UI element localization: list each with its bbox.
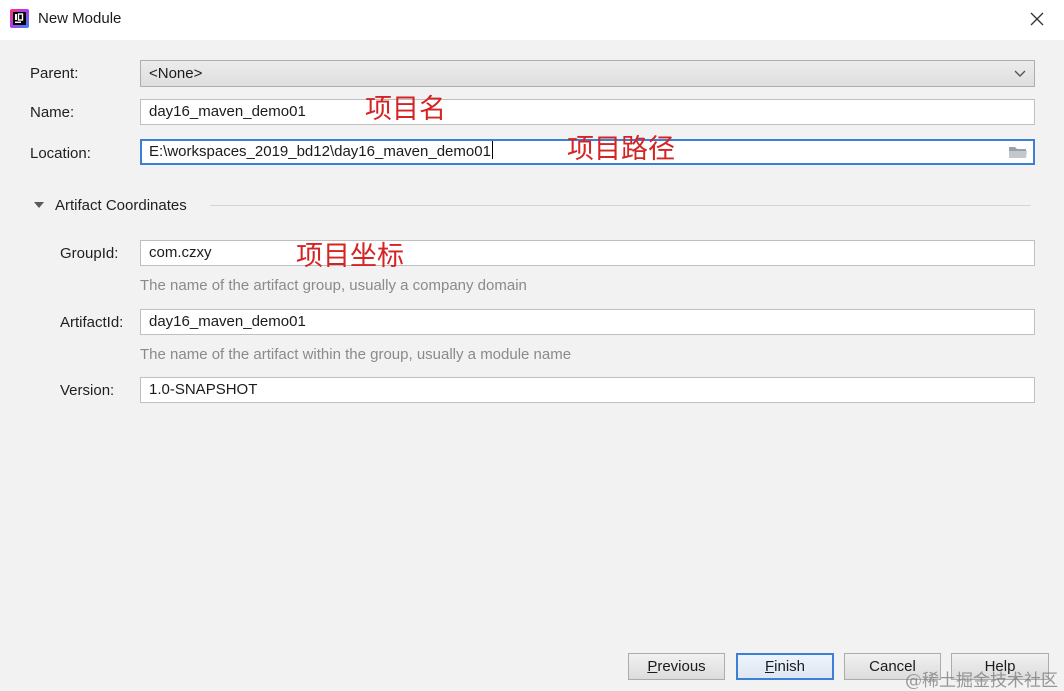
artifactid-label: ArtifactId: [60,314,124,331]
version-label: Version: [60,382,115,399]
artifact-coordinates-toggle[interactable]: Artifact Coordinates [34,195,187,215]
text-caret [491,141,493,159]
close-icon [1030,12,1044,26]
parent-dropdown-value: <None> [149,65,203,82]
name-annotation: 项目名 [365,94,446,125]
finish-label: inish [774,658,806,675]
intellij-idea-icon [10,9,29,28]
artifactid-hint: The name of the artifact within the grou… [140,346,572,363]
previous-button[interactable]: Previous [628,653,725,680]
previous-mnemonic: P [647,658,658,675]
artifactid-input-value: day16_maven_demo01 [149,313,306,330]
groupid-label: GroupId: [60,245,119,262]
watermark: @稀土掘金技术社区 [905,671,1058,691]
name-input-value: day16_maven_demo01 [149,103,306,120]
groupid-input[interactable]: com.czxy [140,240,1035,266]
previous-label: revious [657,658,706,675]
groupid-annotation: 项目坐标 [296,241,404,272]
location-label: Location: [30,145,91,162]
location-annotation: 项目路径 [567,134,675,165]
chevron-down-icon [1014,70,1026,77]
folder-icon[interactable] [1008,144,1028,160]
version-input[interactable]: 1.0-SNAPSHOT [140,377,1035,403]
title-bar: New Module [0,0,1064,40]
location-input-value: E:\workspaces_2019_bd12\day16_maven_demo… [149,143,491,160]
name-label: Name: [30,104,75,121]
artifactid-input[interactable]: day16_maven_demo01 [140,309,1035,335]
groupid-input-value: com.czxy [149,244,212,261]
name-input[interactable]: day16_maven_demo01 [140,99,1035,125]
section-title: Artifact Coordinates [55,196,187,214]
finish-mnemonic: F [764,658,775,675]
finish-button[interactable]: Finish [736,653,834,680]
groupid-hint: The name of the artifact group, usually … [140,277,527,294]
version-input-value: 1.0-SNAPSHOT [149,381,258,398]
triangle-down-icon [34,202,44,208]
window-title: New Module [38,10,122,27]
close-button[interactable] [1024,6,1050,32]
parent-dropdown[interactable]: <None> [140,60,1035,87]
parent-label: Parent: [30,65,79,82]
section-divider [210,205,1031,206]
